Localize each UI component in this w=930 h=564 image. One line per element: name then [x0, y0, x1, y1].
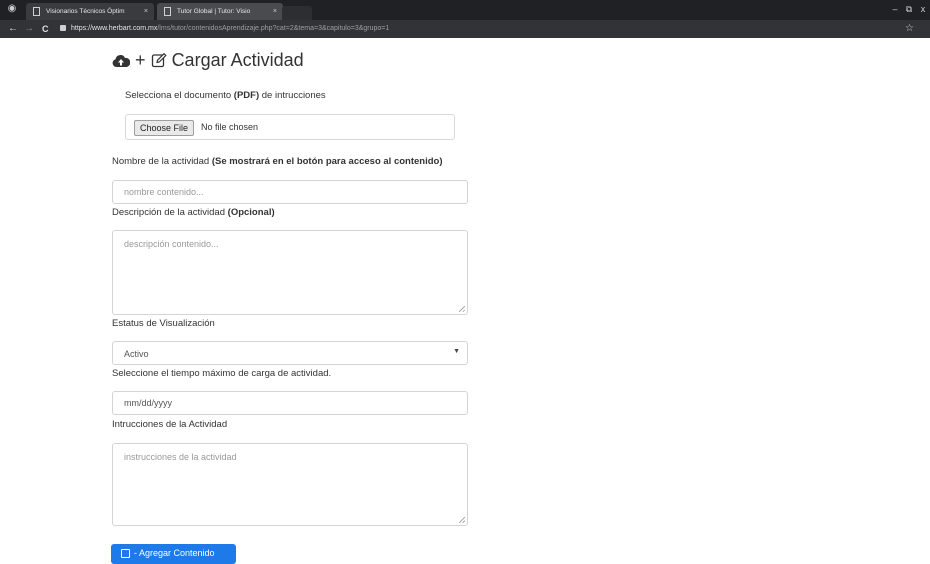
edit-icon	[151, 52, 167, 73]
address-bar: ← → C https://www.herbart.com.mx/lms/tut…	[0, 20, 930, 38]
status-label: Estatus de Visualización	[112, 318, 215, 329]
instructions-placeholder: instrucciones de la actividad	[124, 452, 237, 462]
no-file-text: No file chosen	[201, 122, 259, 132]
description-label: Descripción de la actividad (Opcional)	[112, 207, 275, 218]
tab-close-icon[interactable]: ×	[144, 3, 148, 20]
resize-handle[interactable]	[459, 306, 465, 312]
status-selected-value: Activo	[124, 349, 149, 359]
browser-tab-strip: ◉ Visionarios Técnicos Óptim × Tutor Glo…	[0, 0, 930, 20]
page-title: + Cargar Actividad	[112, 50, 304, 73]
label-emphasis: (Se mostrará en el botón para acceso al …	[211, 156, 443, 167]
activity-name-label: Nombre de la actividad (Se mostrará en e…	[112, 156, 443, 167]
add-content-button[interactable]: - Agregar Contenido	[111, 544, 236, 564]
new-tab-button[interactable]	[282, 6, 312, 20]
page-heading: Cargar Actividad	[171, 50, 304, 70]
add-content-label: - Agregar Contenido	[134, 548, 215, 558]
label-text: Descripción de la actividad	[112, 207, 228, 218]
resize-handle[interactable]	[459, 517, 465, 523]
deadline-label: Seleccione el tiempo máximo de carga de …	[112, 368, 332, 379]
save-icon	[121, 549, 130, 559]
lock-icon	[60, 25, 66, 32]
page-icon	[33, 7, 40, 16]
tab-visionarios[interactable]: Visionarios Técnicos Óptim ×	[26, 3, 154, 20]
label-emphasis: (Opcional)	[227, 207, 275, 218]
page-icon	[164, 7, 171, 16]
label-emphasis: (PDF)	[233, 90, 260, 101]
instructions-textarea[interactable]: instrucciones de la actividad	[112, 443, 468, 526]
chevron-down-icon: ▼	[453, 348, 460, 355]
instructions-label: Intrucciones de la Actividad	[112, 419, 228, 430]
tab-title: Visionarios Técnicos Óptim	[46, 8, 125, 15]
close-window-icon[interactable]: x	[916, 0, 930, 18]
forward-icon[interactable]: →	[24, 20, 34, 38]
minimize-icon[interactable]: –	[888, 0, 902, 18]
window-controls: – ⧉ x	[888, 0, 930, 20]
activity-name-input[interactable]: nombre contenido...	[112, 180, 468, 204]
url-host: https://www.herbart.com.mx	[71, 25, 158, 32]
bookmark-star-icon[interactable]: ☆	[905, 20, 914, 38]
label-text: Nombre de la actividad	[112, 156, 212, 167]
description-textarea[interactable]: descripción contenido...	[112, 230, 468, 315]
document-label: Selecciona el documento (PDF) de intrucc…	[125, 90, 326, 101]
choose-file-button[interactable]: Choose File	[134, 120, 195, 136]
tab-title: Tutor Global | Tutor: Visio	[177, 8, 251, 15]
restore-icon[interactable]: ⧉	[902, 0, 916, 18]
deadline-date-input[interactable]: mm/dd/yyyy	[112, 391, 468, 415]
incognito-icon: ◉	[7, 3, 17, 14]
status-select[interactable]: Activo ▼	[112, 341, 468, 365]
back-icon[interactable]: ←	[8, 20, 18, 38]
label-text: de intrucciones	[259, 90, 326, 101]
plus-sign: +	[135, 50, 146, 70]
tab-close-icon[interactable]: ×	[273, 3, 277, 20]
description-placeholder: descripción contenido...	[124, 239, 219, 249]
file-upload-field: Choose File No file chosen	[125, 114, 455, 140]
reload-icon[interactable]: C	[42, 20, 49, 38]
tab-tutor-global[interactable]: Tutor Global | Tutor: Visio ×	[157, 3, 283, 20]
label-text: Selecciona el documento	[125, 90, 234, 101]
url-field[interactable]: https://www.herbart.com.mx/lms/tutor/con…	[60, 22, 894, 36]
url-path: /lms/tutor/contenidosAprendizaje.php?cat…	[157, 25, 390, 32]
cloud-upload-icon	[112, 52, 131, 73]
